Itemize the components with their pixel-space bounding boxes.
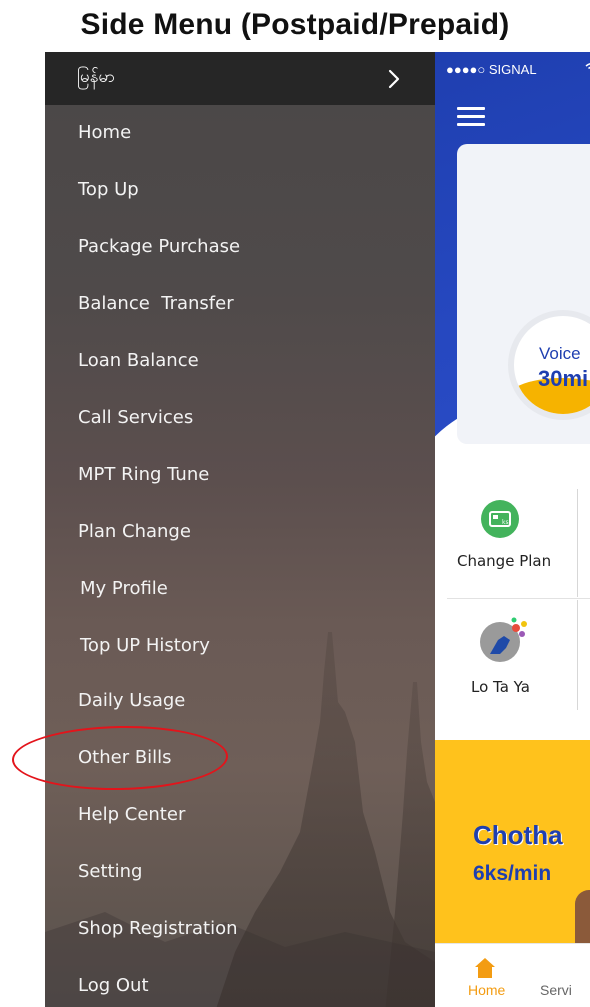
menu-item-balance-transfer[interactable]: Balance Transfer — [78, 293, 234, 314]
promo-title: Chotha — [473, 820, 563, 850]
page-title: Side Menu (Postpaid/Prepaid) — [80, 8, 510, 41]
menu-item-loan-balance[interactable]: Loan Balance — [78, 350, 199, 371]
voice-label: Voice — [539, 344, 581, 363]
menu-item-help-center[interactable]: Help Center — [78, 804, 185, 825]
promo-person-image — [575, 890, 590, 945]
menu-item-setting[interactable]: Setting — [78, 861, 142, 882]
menu-item-call-services[interactable]: Call Services — [78, 407, 193, 428]
lo-ta-ya-icon[interactable] — [480, 614, 532, 666]
hamburger-menu-icon[interactable] — [457, 107, 485, 127]
menu-header[interactable]: မြန်မာ — [45, 52, 435, 105]
status-bar-signal: ●●●●○ SIGNAL — [446, 62, 537, 77]
promo-price: 6ks/min — [473, 862, 552, 885]
tile-divider — [577, 600, 578, 710]
menu-item-package-purchase[interactable]: Package Purchase — [78, 236, 240, 257]
app-screen: ●●●●○ SIGNAL Voice 30mi ks Change Plan L… — [435, 52, 590, 1007]
home-icon[interactable] — [473, 956, 497, 980]
tile-divider — [577, 489, 578, 597]
promo-banner[interactable]: Chotha 6ks/min — [435, 740, 590, 945]
tile-label-change-plan[interactable]: Change Plan — [457, 552, 551, 570]
menu-item-log-out[interactable]: Log Out — [78, 975, 149, 996]
change-plan-icon[interactable]: ks — [480, 499, 520, 539]
menu-item-plan-change[interactable]: Plan Change — [78, 521, 191, 542]
tile-label-lo-ta-ya[interactable]: Lo Ta Ya — [471, 678, 530, 696]
menu-item-my-profile[interactable]: My Profile — [80, 578, 168, 599]
nav-home-label[interactable]: Home — [468, 982, 505, 998]
tile-divider — [447, 598, 590, 599]
side-menu: မြန်မာ Home Top Up Package Purchase Bala… — [45, 52, 435, 1007]
chevron-right-icon[interactable] — [383, 67, 405, 91]
menu-item-daily-usage[interactable]: Daily Usage — [78, 690, 185, 711]
menu-item-top-up-history[interactable]: Top UP History — [80, 635, 210, 656]
menu-item-mpt-ring-tune[interactable]: MPT Ring Tune — [78, 464, 209, 485]
menu-item-home[interactable]: Home — [78, 122, 131, 143]
svg-text:ks: ks — [502, 519, 509, 526]
language-label[interactable]: မြန်မာ — [77, 66, 115, 91]
nav-services-label[interactable]: Servi — [540, 982, 572, 998]
voice-value: 30mi — [538, 366, 589, 391]
wifi-icon — [585, 63, 590, 70]
menu-item-top-up[interactable]: Top Up — [78, 179, 139, 200]
menu-item-shop-registration[interactable]: Shop Registration — [78, 918, 238, 939]
bottom-nav: Home Servi — [435, 943, 590, 1007]
